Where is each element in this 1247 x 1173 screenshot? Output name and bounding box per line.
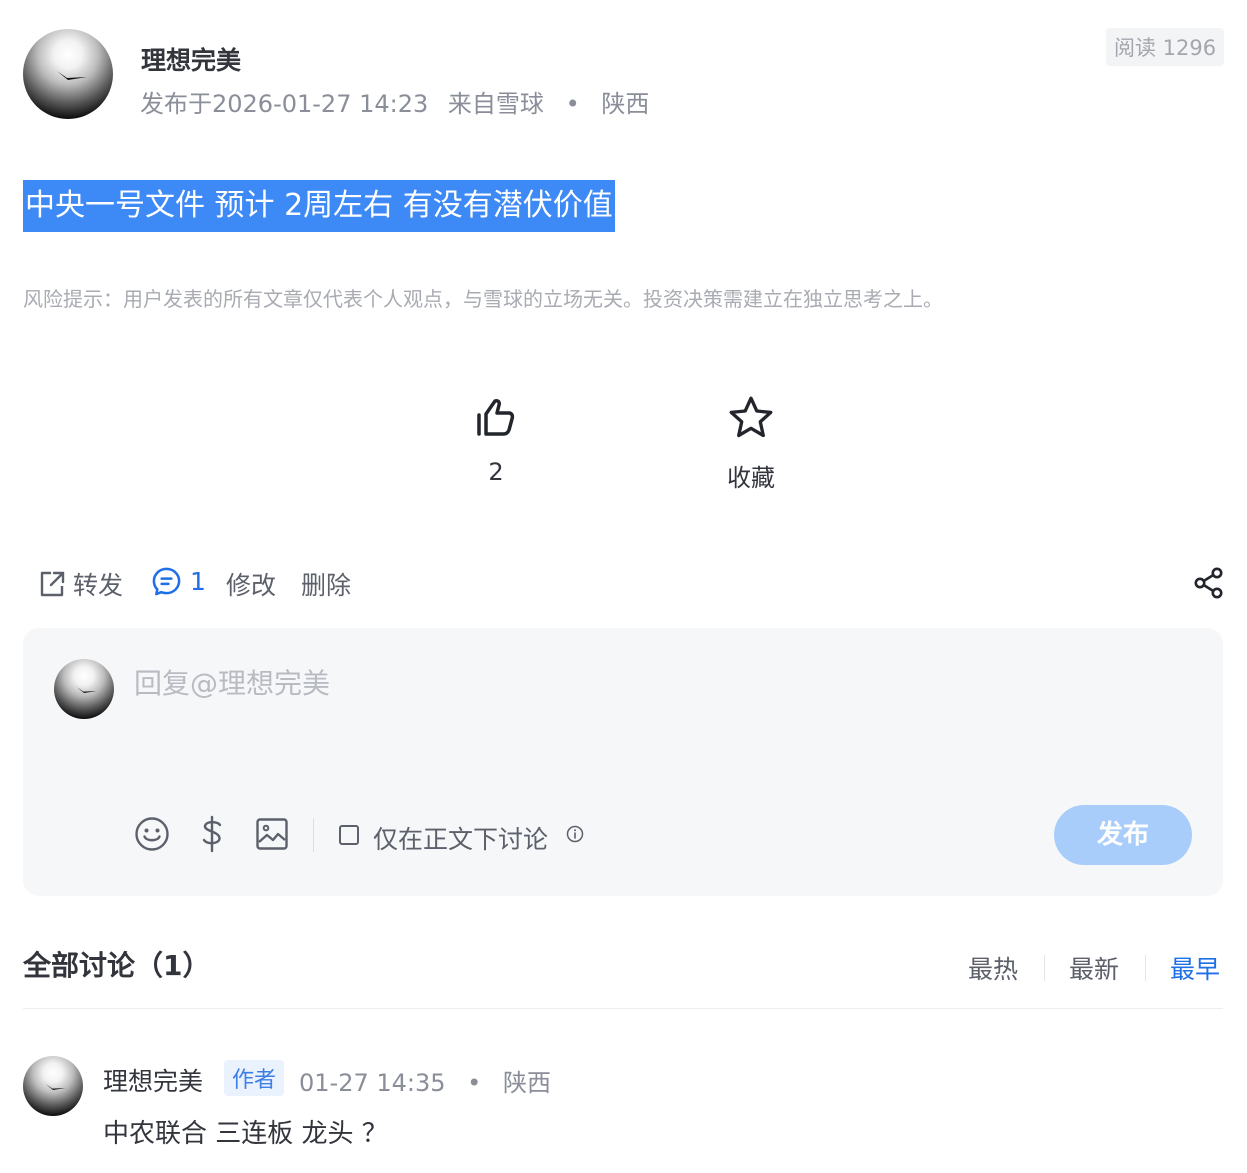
comment-count: 1	[190, 567, 206, 596]
post-source: 来自雪球	[447, 90, 544, 118]
smiley-icon	[135, 817, 169, 851]
favorite-label: 收藏	[727, 464, 775, 492]
delete-button[interactable]: 删除	[301, 566, 351, 602]
sort-separator	[1145, 955, 1146, 981]
edit-button[interactable]: 修改	[226, 566, 276, 602]
comment-time: 01-27 14:35	[299, 1069, 446, 1097]
meta-dot: •	[565, 90, 580, 118]
bird-silhouette-icon	[57, 71, 87, 80]
share-icon	[1194, 567, 1223, 599]
comment-avatar[interactable]	[23, 1056, 83, 1116]
favorite-button[interactable]: 收藏	[716, 392, 786, 492]
repost-label: 转发	[73, 571, 124, 600]
bird-silhouette-icon	[45, 1084, 66, 1090]
post-title: 中央一号文件 预计 2周左右 有没有潜伏价值	[23, 180, 615, 232]
toolbar-divider	[313, 818, 314, 852]
like-button[interactable]: 2	[466, 392, 526, 492]
discussion-divider	[23, 1008, 1223, 1009]
risk-notice: 风险提示：用户发表的所有文章仅代表个人观点，与雪球的立场无关。投资决策需建立在独…	[23, 287, 943, 311]
author-badge: 作者	[224, 1060, 285, 1096]
publish-button[interactable]: 发布	[1054, 805, 1192, 865]
info-circle-icon	[566, 825, 584, 843]
post-meta: 发布于2026-01-27 14:23 来自雪球 • 陕西	[140, 84, 649, 119]
comment-button[interactable]: 1	[151, 566, 206, 597]
sort-early[interactable]: 最早	[1170, 950, 1220, 986]
only-in-post-checkbox[interactable]	[339, 825, 359, 845]
image-button[interactable]	[255, 817, 289, 851]
publish-time: 发布于2026-01-27 14:23	[140, 90, 429, 118]
only-in-post-label[interactable]: 仅在正文下讨论	[373, 820, 548, 856]
star-icon	[729, 396, 773, 438]
discussion-title: 全部讨论（1）	[23, 949, 211, 982]
comment-location: 陕西	[502, 1069, 551, 1097]
emoji-button[interactable]	[134, 816, 170, 852]
share-out-icon	[40, 571, 65, 597]
comment-author[interactable]: 理想完美	[103, 1062, 203, 1098]
comment-text: 中农联合 三连板 龙头 ？	[103, 1119, 388, 1149]
reply-avatar	[54, 659, 114, 719]
bird-silhouette-icon	[76, 687, 97, 693]
repost-button[interactable]: 转发	[37, 566, 123, 602]
image-icon	[256, 818, 288, 850]
info-icon[interactable]	[566, 825, 584, 843]
reply-input[interactable]: 回复@理想完美	[134, 662, 330, 702]
thumbs-up-icon	[477, 399, 515, 436]
share-button[interactable]	[1192, 566, 1226, 600]
author-avatar[interactable]	[23, 29, 113, 119]
like-count: 2	[488, 458, 504, 486]
sort-hot[interactable]: 最热	[968, 950, 1018, 986]
dollar-icon	[202, 815, 222, 853]
comment-meta: 01-27 14:35 • 陕西	[299, 1063, 551, 1098]
post-location: 陕西	[601, 90, 650, 118]
sort-new[interactable]: 最新	[1069, 950, 1119, 986]
author-name[interactable]: 理想完美	[141, 41, 241, 77]
meta-dot: •	[467, 1069, 482, 1097]
read-count-badge: 阅读 1296	[1106, 28, 1225, 66]
stock-button[interactable]	[197, 814, 227, 854]
comment-icon	[152, 567, 181, 596]
sort-separator	[1044, 955, 1045, 981]
